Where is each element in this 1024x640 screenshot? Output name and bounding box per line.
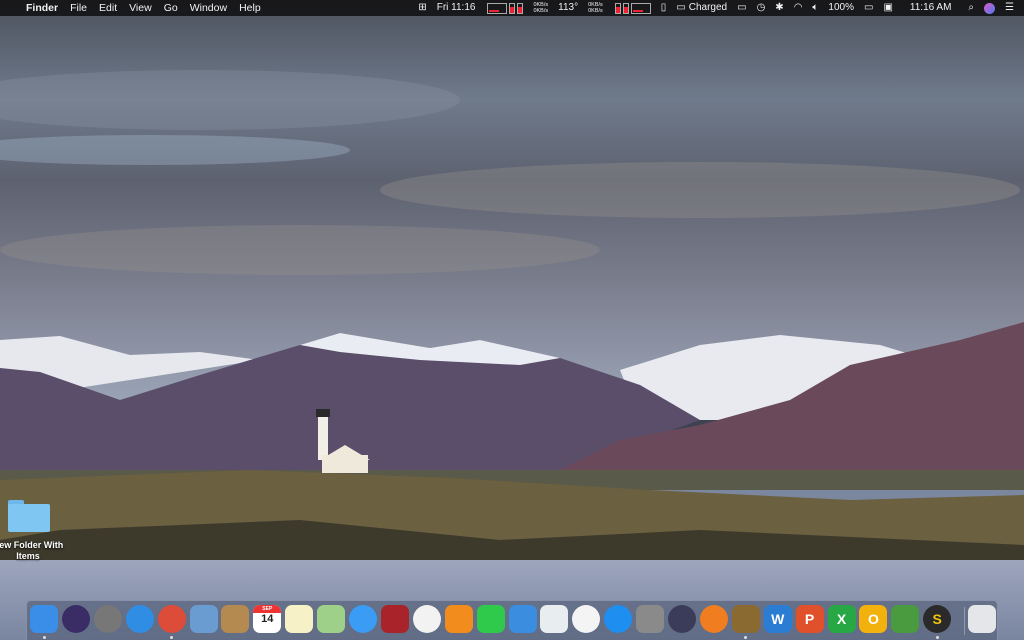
- dock-icon-label: P: [804, 611, 815, 627]
- dock-launchpad-icon[interactable]: [93, 605, 122, 633]
- dock-window-app-icon[interactable]: [731, 605, 760, 633]
- dock-icon-label: 14: [261, 613, 274, 625]
- network-meter-2[interactable]: 0KB/s 0KB/s: [583, 2, 608, 14]
- dock-icon-label: O: [867, 611, 879, 627]
- phone-icon[interactable]: ▯: [656, 0, 672, 16]
- menu-edit[interactable]: Edit: [93, 0, 123, 16]
- temperature[interactable]: 113°: [553, 0, 583, 16]
- menu-view[interactable]: View: [123, 0, 158, 16]
- trash-icon[interactable]: [968, 605, 996, 633]
- calendar-month: SEP: [253, 605, 282, 613]
- time-machine-icon[interactable]: ◷: [752, 0, 771, 16]
- battery-status[interactable]: ▭ Charged: [671, 0, 732, 16]
- dock-photos-icon[interactable]: [412, 605, 441, 633]
- dock-downloader-icon[interactable]: [891, 605, 920, 633]
- dock-photo-booth-icon[interactable]: [380, 605, 409, 633]
- dock-icon-label: W: [771, 611, 785, 627]
- dock-icon-label: S: [932, 611, 942, 627]
- running-indicator: [744, 636, 748, 639]
- dock-app-store-icon[interactable]: [604, 605, 633, 633]
- folder-icon: [8, 500, 50, 532]
- dock-separator: [964, 607, 965, 635]
- bluetooth-icon[interactable]: ✱: [770, 0, 788, 16]
- dock-notes-icon[interactable]: [285, 605, 314, 633]
- battery-icon[interactable]: ▭: [859, 0, 878, 16]
- dock-siri-icon[interactable]: [61, 605, 90, 633]
- siri-icon[interactable]: [979, 2, 1000, 14]
- dock-system-preferences-icon[interactable]: [636, 605, 665, 633]
- dock-scrivener-icon[interactable]: S: [923, 605, 952, 633]
- dock-calendar-icon[interactable]: 14 SEP: [253, 605, 282, 633]
- memory-meter[interactable]: [608, 2, 656, 14]
- dock-chrome-icon[interactable]: [157, 605, 186, 633]
- desktop-folder[interactable]: New Folder With Items: [0, 500, 70, 562]
- dock-preview-icon[interactable]: [189, 605, 218, 633]
- display-icon[interactable]: ▣: [878, 0, 897, 16]
- dock-numbers-icon[interactable]: [540, 605, 569, 633]
- clock-short[interactable]: Fri 11:16: [432, 0, 481, 16]
- menu-app-finder[interactable]: Finder: [20, 0, 64, 16]
- menu-window[interactable]: Window: [184, 0, 233, 16]
- dock-word-icon[interactable]: W: [763, 605, 792, 633]
- network-meter[interactable]: 0KB/s 0KB/s: [528, 2, 553, 14]
- dock-maps-icon[interactable]: [317, 605, 346, 633]
- running-indicator: [935, 636, 939, 639]
- menu-bar: Finder File Edit View Go Window Help ⊞ F…: [0, 0, 1024, 16]
- menu-file[interactable]: File: [64, 0, 93, 16]
- dock-safari-icon[interactable]: [125, 605, 154, 633]
- cpu-meter[interactable]: [480, 2, 528, 14]
- dock-facetime-icon[interactable]: [476, 605, 505, 633]
- dock-books-icon[interactable]: [699, 605, 728, 633]
- grid-icon[interactable]: ⊞: [413, 0, 431, 16]
- running-indicator: [42, 636, 46, 639]
- dock-powerpoint-icon[interactable]: P: [795, 605, 824, 633]
- running-indicator: [170, 636, 174, 639]
- dock-icon-label: X: [836, 611, 847, 627]
- dock-outlook-icon[interactable]: O: [859, 605, 888, 633]
- clock[interactable]: 11:16 AM: [898, 0, 964, 16]
- dock-keynote-icon[interactable]: [508, 605, 537, 633]
- dock-excel-icon[interactable]: X: [827, 605, 856, 633]
- menu-help[interactable]: Help: [233, 0, 267, 16]
- notification-center-icon[interactable]: ☰: [1000, 0, 1024, 16]
- airplay-icon[interactable]: ▭: [732, 0, 751, 16]
- battery-percent[interactable]: 100%: [823, 0, 859, 16]
- wifi-icon[interactable]: ◠: [789, 0, 808, 16]
- dock-itunes-icon[interactable]: [572, 605, 601, 633]
- dock: 14 SEP W P X O S: [26, 600, 998, 640]
- desktop-folder-label: New Folder With Items: [0, 540, 64, 561]
- desktop-wallpaper: [0, 0, 1024, 640]
- dock-pages-icon[interactable]: [444, 605, 473, 633]
- menu-go[interactable]: Go: [158, 0, 184, 16]
- spotlight-search-icon[interactable]: ⌕: [963, 0, 979, 16]
- dock-speed-gauge-icon[interactable]: [668, 605, 696, 633]
- dock-finder-icon[interactable]: [30, 605, 58, 633]
- volume-icon[interactable]: 🔈︎: [807, 0, 823, 16]
- dock-contacts-icon[interactable]: [221, 605, 250, 633]
- battery-small-icon: ▭: [676, 2, 686, 13]
- dock-messages-icon[interactable]: [349, 605, 377, 633]
